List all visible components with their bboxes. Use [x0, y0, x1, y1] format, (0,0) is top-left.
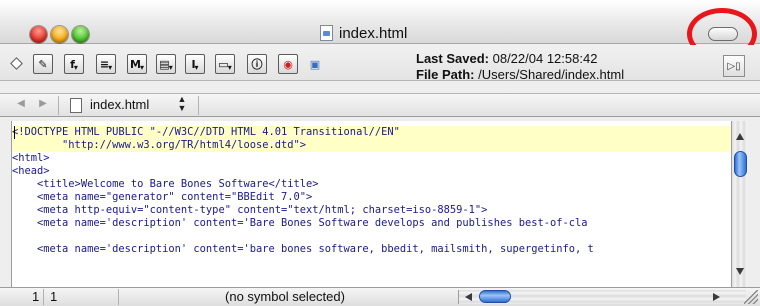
scroll-down-arrow-icon[interactable] [736, 268, 744, 275]
split-view-icon: ▷▯ [727, 60, 741, 72]
navigation-bar: ◀ ▶ index.html ▲ ▼ [0, 93, 760, 117]
info-button[interactable]: ⓘ [247, 54, 267, 74]
code-line[interactable] [12, 230, 731, 243]
window-title: index.html [320, 22, 407, 44]
file-path-value: /Users/Shared/index.html [478, 67, 625, 82]
file-path-label: File Path: [416, 67, 475, 82]
text-cursor-button[interactable]: I ▾ [185, 54, 205, 74]
down-arrow-icon: ▼ [177, 103, 187, 113]
code-line[interactable]: <meta http-equiv="content-type" content=… [12, 204, 731, 217]
horizontal-scroll-thumb[interactable] [479, 290, 511, 303]
line-number: 1 [32, 289, 40, 304]
function-button[interactable]: f ▾ [64, 54, 84, 74]
resize-grip-icon[interactable] [744, 290, 758, 304]
scroll-left-arrow-icon[interactable] [465, 293, 472, 301]
file-info: Last Saved: 08/22/04 12:58:42 File Path:… [416, 51, 624, 83]
horizontal-scrollbar[interactable] [458, 290, 746, 304]
toolbar-toggle-button[interactable] [708, 27, 738, 41]
code-line[interactable]: <meta name='description' content='Bare B… [12, 217, 731, 230]
code-line[interactable]: <html> [12, 152, 731, 165]
minimize-window-button[interactable] [51, 26, 68, 43]
marker-button[interactable]: M ▾ [127, 54, 147, 74]
pencil-button[interactable]: ✎ [33, 54, 53, 74]
toolbar: ✎ f ▾ ≡ ▾ M ▾ ▤ ▾ I ▾ ▭ ▾ ⓘ ◉ ▣ Last Sav… [0, 45, 760, 83]
code-line[interactable]: <meta name='description' content='bare b… [12, 243, 731, 256]
code-line[interactable]: <!DOCTYPE HTML PUBLIC "-//W3C//DTD HTML … [12, 126, 731, 139]
current-file-name[interactable]: index.html [90, 97, 149, 112]
text-cursor [14, 126, 15, 139]
file-button[interactable]: ▣ [305, 54, 325, 74]
status-divider [118, 289, 119, 305]
code-line[interactable]: <meta name="generator" content="BBEdit 7… [12, 191, 731, 204]
window-title-text: index.html [339, 24, 408, 42]
cursor-position: 1 1 [0, 289, 100, 305]
vertical-scrollbar[interactable] [731, 121, 748, 287]
last-saved-label: Last Saved: [416, 51, 489, 66]
vertical-scroll-thumb[interactable] [734, 151, 747, 177]
code-editor[interactable]: <!DOCTYPE HTML PUBLIC "-//W3C//DTD HTML … [11, 121, 731, 287]
split-view-button[interactable]: ▷▯ [723, 55, 745, 77]
title-bar[interactable]: index.html [0, 0, 760, 44]
bbedit-window: index.html ✎ f ▾ ≡ ▾ M ▾ ▤ ▾ I ▾ ▭ ▾ ⓘ ◉… [0, 0, 760, 306]
code-line[interactable]: <title>Welcome to Bare Bones Software</t… [12, 178, 731, 191]
close-window-button[interactable] [30, 26, 47, 43]
nav-divider [58, 96, 59, 115]
symbol-popup[interactable]: (no symbol selected) [120, 289, 450, 304]
window-button[interactable]: ▭ ▾ [215, 54, 235, 74]
nav-divider [198, 96, 199, 115]
diamond-icon[interactable] [10, 57, 23, 70]
info-icon: ⓘ [251, 58, 263, 71]
pencil-icon: ✎ [38, 57, 48, 71]
code-line[interactable]: "http://www.w3.org/TR/html4/loose.dtd"> [12, 139, 731, 152]
code-line[interactable]: <head> [12, 165, 731, 178]
document-icon [70, 98, 82, 113]
file-popup-arrows-icon[interactable]: ▲ ▼ [177, 95, 187, 113]
scroll-up-arrow-icon[interactable] [736, 133, 744, 140]
scroll-right-arrow-icon[interactable] [713, 293, 720, 301]
preview-icon: ◉ [283, 57, 293, 71]
file-icon: ▣ [309, 57, 321, 71]
preview-button[interactable]: ◉ [278, 54, 298, 74]
last-saved-value: 08/22/04 12:58:42 [492, 51, 598, 66]
forward-arrow-icon[interactable]: ▶ [36, 98, 50, 109]
status-bar: 1 1 (no symbol selected) [0, 287, 760, 306]
column-number: 1 [50, 289, 58, 304]
back-arrow-icon[interactable]: ◀ [14, 98, 28, 109]
status-divider [43, 289, 44, 305]
zoom-window-button[interactable] [72, 26, 89, 43]
html-file-icon [320, 25, 333, 41]
list-button[interactable]: ≡ ▾ [96, 54, 116, 74]
document-button[interactable]: ▤ ▾ [156, 54, 176, 74]
